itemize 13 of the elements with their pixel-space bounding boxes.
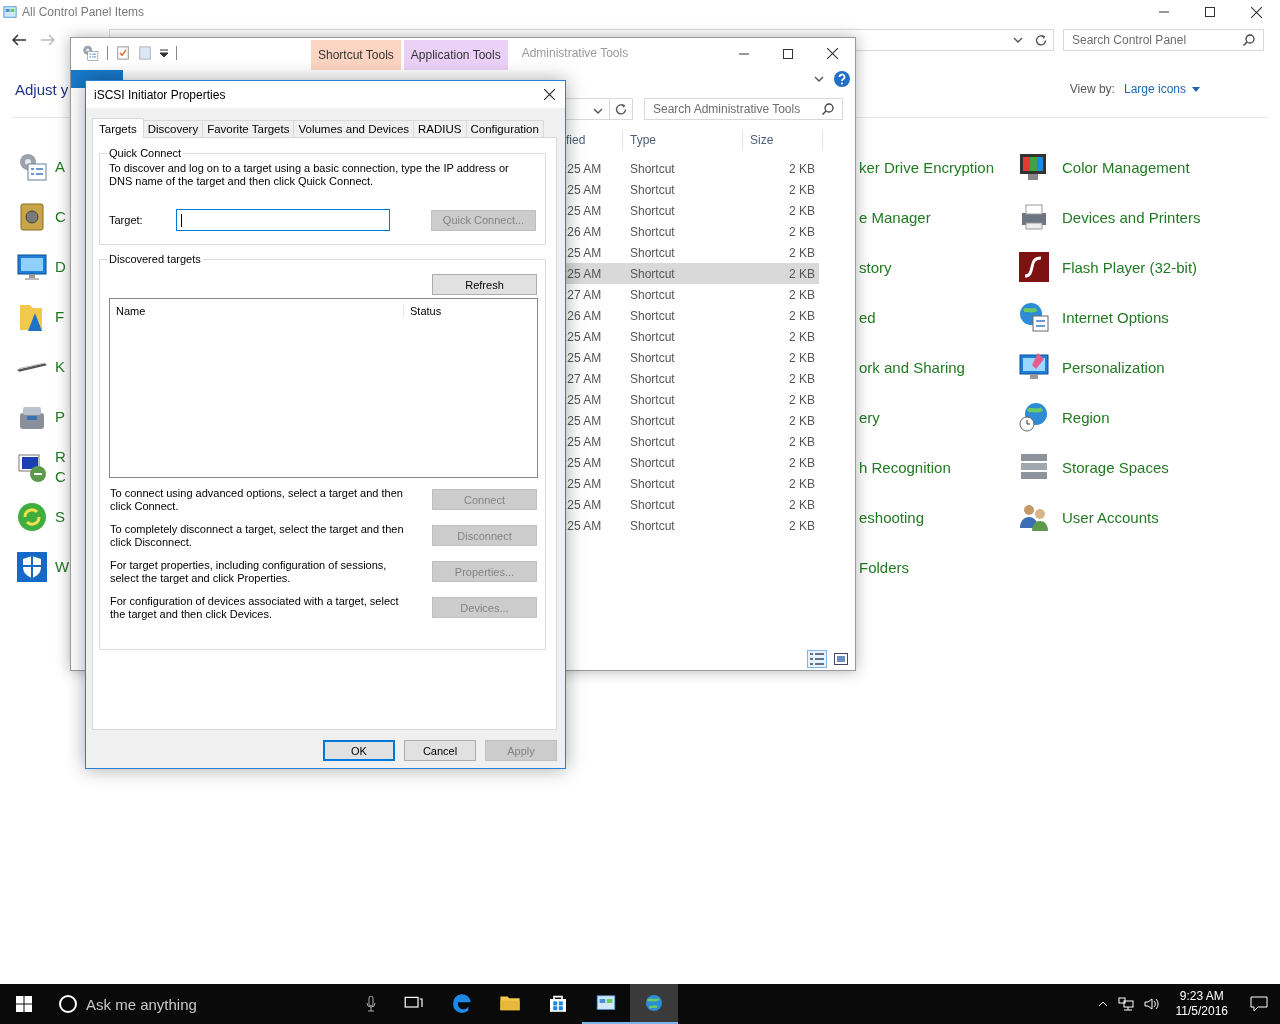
help-text: For configuration of devices associated with a target, select the target and then click Devices. — [109, 595, 400, 621]
description-text: To discover and log on to a target using a basic connection, type the IP address or DNS name of the target and then click Quick Connect. — [109, 162, 510, 188]
target-label: Target: — [109, 214, 144, 226]
window-title: Administrative Tools — [521, 46, 629, 60]
window-title: All Control Panel Items — [22, 5, 145, 19]
help-text: To completely disconnect a target, select the target and then click Disconnect. — [109, 523, 405, 549]
page-heading: Adjust y — [15, 80, 69, 98]
group-label: Discovered targets — [108, 253, 202, 265]
dialog-title: iSCSI Initiator Properties — [94, 87, 226, 102]
group-label: Quick Connect — [108, 147, 183, 159]
help-text: For target properties, including configuration of sessions, select the target and click Properties. — [109, 559, 388, 585]
view-by-label: View by: — [1069, 82, 1115, 96]
help-text: To connect using advanced options, select a target and then click Connect. — [109, 487, 404, 513]
